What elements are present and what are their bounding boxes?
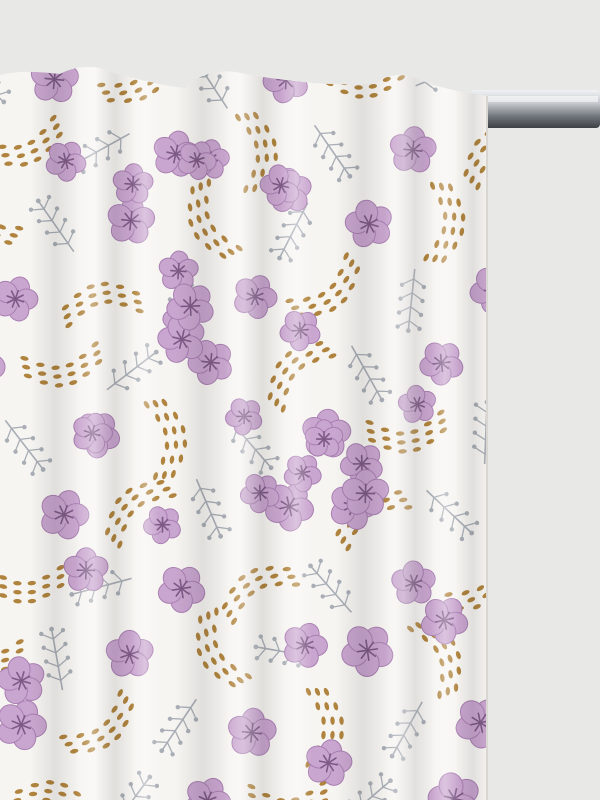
sprig-branch [437,66,441,77]
sprig-berry [190,53,197,60]
seed-leaf [161,74,168,81]
sprig-berry [495,431,500,436]
sprig-berry [496,403,501,408]
seed-leaf [490,135,499,144]
sprig-berry [470,60,476,66]
sprig-branch [460,55,469,67]
sprig-berry [425,67,430,72]
seed-leaf [338,71,348,77]
sprig-branch [463,66,474,74]
fold-shadow [455,66,488,800]
seed-leaf [506,575,514,584]
seed-leaf [395,56,404,64]
sprig-branch [196,54,208,65]
sprig-berry [201,50,207,56]
fold-shadow [395,66,435,800]
rod-highlight [472,96,598,102]
sprig-berry [191,74,196,80]
flower-eye [322,437,326,441]
seed-leaf [396,66,405,72]
seed-leaf [368,75,377,80]
flower-stamen [279,72,286,79]
seed-leaf [527,135,536,142]
sprig-berry [183,66,189,68]
seed-leaf [498,589,507,598]
sprig-berry [495,417,500,422]
flower-stamen [285,70,288,79]
flower-stamen [495,283,499,288]
fold-shadow [30,66,80,800]
sprig-berry [472,71,477,77]
sprig-branch [437,76,448,85]
fold-shadow [95,66,135,800]
seed-leaf [501,544,509,553]
seed-leaf [163,50,171,59]
sprig-branch [486,405,488,413]
sprig-branch [187,60,199,71]
flower-stamen [496,287,502,293]
flower-petal [485,265,517,297]
fold-highlight [280,66,312,800]
rod-bar [470,90,600,128]
sprig-berry [437,61,443,67]
sprig-branch [450,66,454,72]
seed-leaf [382,67,391,73]
sprig-berry [463,51,469,57]
flower-stamen [287,73,294,80]
fold-highlight [131,66,159,800]
fabric-folds [30,66,488,800]
seed-leaf [512,558,520,567]
flower-stamen [495,292,500,296]
seed-leaf [510,137,519,145]
seed-leaf [353,76,363,81]
sprig-berry [459,77,464,82]
flower-stamen [490,293,496,299]
seed-leaf [506,551,514,560]
flower-petal [489,280,519,309]
seed-leaf [495,561,503,570]
fold-shadow [175,66,230,800]
fold-highlight [431,66,459,800]
product-photo [0,0,600,800]
sprig-berry [494,445,499,450]
seed-leaf [156,66,164,74]
flower-stamen [490,281,496,287]
fold-shadow [240,66,285,800]
sprig-branch [450,71,461,80]
seed-leaf [487,575,496,584]
seed-leaf [324,72,333,78]
sprig-berry [450,56,456,62]
seed-leaf [521,128,530,135]
seed-leaf [168,57,176,66]
seed-leaf [142,71,150,78]
fold-highlight [486,66,488,800]
seed-leaf [493,582,502,591]
flower-eye [490,287,496,293]
sprig-branch [424,70,428,83]
fold-shadow [335,66,390,800]
seed-leaf [323,66,332,69]
curtain-rod [470,90,600,128]
curtain-illustration [0,0,600,800]
seed-leaf [158,42,166,51]
seed-leaf [501,568,509,577]
seed-leaf [504,130,513,138]
seed-leaf [496,142,505,151]
sprig-berry [209,66,215,67]
seed-leaf [151,58,160,67]
seed-leaf [487,598,496,606]
sprig-berry [446,82,451,87]
